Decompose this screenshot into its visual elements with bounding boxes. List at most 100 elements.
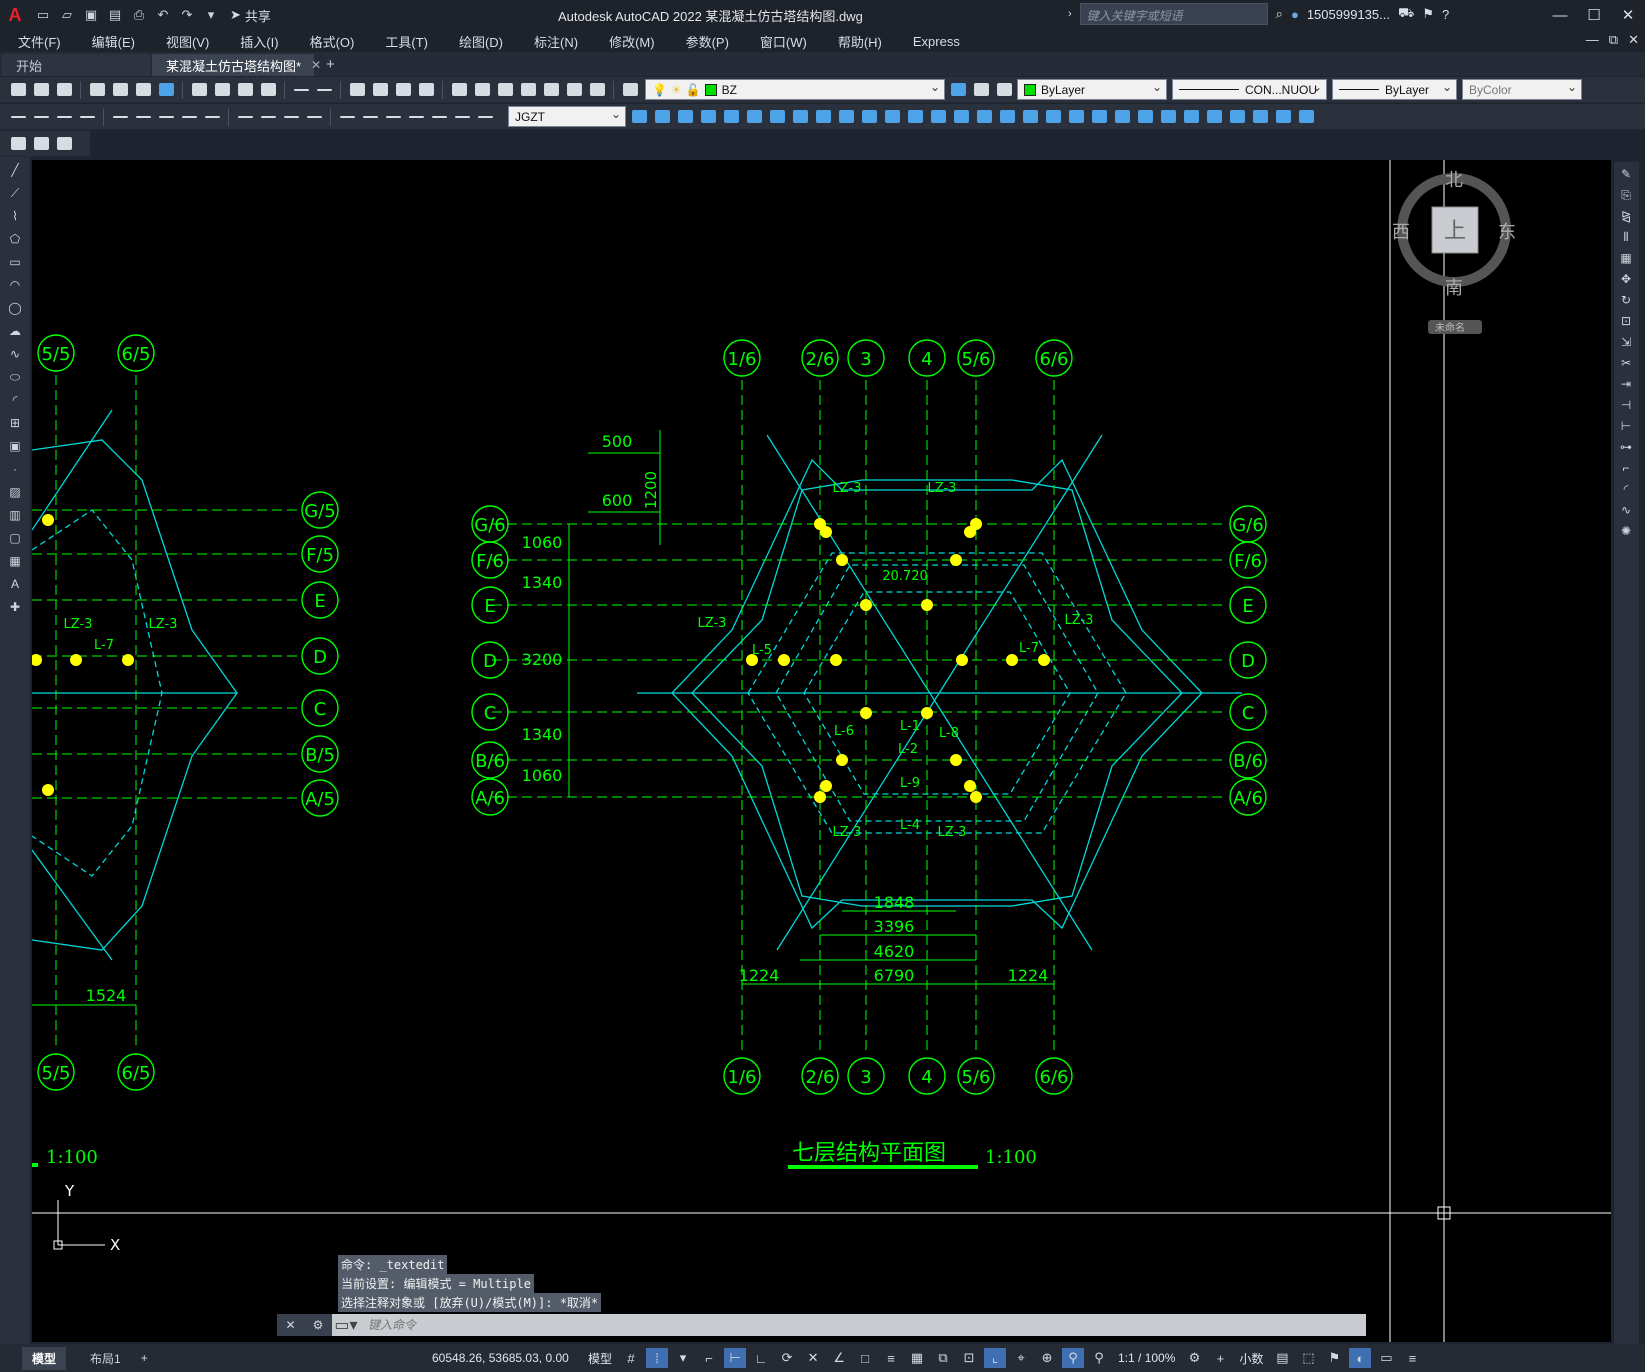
insert-block-icon[interactable]: ⊞ bbox=[5, 413, 25, 433]
line-icon[interactable]: ╱ bbox=[5, 160, 25, 180]
bottom-dim-right-1224[interactable]: 1224 bbox=[1008, 966, 1049, 985]
blend-icon[interactable]: ∿ bbox=[1617, 501, 1635, 519]
menu-item-12[interactable]: Express bbox=[896, 34, 974, 49]
scale-icon[interactable]: ⊡ bbox=[1617, 312, 1635, 330]
sweep-icon[interactable] bbox=[928, 107, 948, 127]
fillet-edge-icon[interactable] bbox=[1066, 107, 1086, 127]
axis-bubble-top-5[interactable]: 6/6 bbox=[1035, 339, 1073, 377]
column-2[interactable] bbox=[820, 526, 832, 538]
share-button[interactable]: ➤ 共享 bbox=[230, 6, 271, 25]
expand-icon[interactable]: › bbox=[1068, 8, 1072, 20]
grid-icon[interactable]: # bbox=[620, 1348, 642, 1368]
left-axis-bubble-right-3[interactable]: D bbox=[301, 637, 339, 675]
beam-label-15[interactable]: L-7 bbox=[94, 638, 114, 653]
close-command-icon[interactable]: ✕ bbox=[286, 1318, 296, 1332]
menu-item-2[interactable]: 视图(V) bbox=[149, 32, 223, 51]
color-dropdown[interactable]: ByLayer bbox=[1017, 79, 1167, 100]
autodesk-icon[interactable]: ⚑ bbox=[1422, 6, 1434, 22]
zoom-window-icon[interactable] bbox=[393, 80, 413, 100]
doc-close-button[interactable]: ✕ bbox=[1628, 32, 1639, 48]
3d-osnap-icon[interactable]: ⊡ bbox=[958, 1348, 980, 1368]
help-icon[interactable]: ? bbox=[1442, 7, 1449, 22]
drawing-title[interactable]: 七层结构平面图 bbox=[792, 1141, 946, 1166]
menu-item-9[interactable]: 参数(P) bbox=[669, 32, 743, 51]
loft-icon[interactable] bbox=[951, 107, 971, 127]
copy-icon[interactable] bbox=[212, 80, 232, 100]
circle-icon[interactable]: ◯ bbox=[5, 298, 25, 318]
block-edit-icon[interactable] bbox=[8, 134, 28, 154]
menu-item-0[interactable]: 文件(F) bbox=[0, 32, 75, 51]
3d-sphere-icon[interactable] bbox=[721, 107, 741, 127]
column-4[interactable] bbox=[836, 554, 848, 566]
search-input[interactable]: 键入关键字或短语 bbox=[1079, 3, 1268, 25]
column-25[interactable] bbox=[32, 654, 42, 666]
left-axis-bubble-right-5[interactable]: B/5 bbox=[301, 735, 339, 773]
infer-constraints-icon[interactable]: ⌐ bbox=[698, 1348, 720, 1368]
point-icon[interactable]: · bbox=[5, 459, 25, 479]
isolate-objects-icon[interactable]: ⚑ bbox=[1323, 1348, 1345, 1368]
menu-item-7[interactable]: 标注(N) bbox=[517, 32, 592, 51]
extrude-icon[interactable] bbox=[882, 107, 902, 127]
make-block-icon[interactable]: ▣ bbox=[5, 436, 25, 456]
properties-icon[interactable] bbox=[449, 80, 469, 100]
left-axis-bubble-right-1[interactable]: F/5 bbox=[301, 535, 339, 573]
tab-model[interactable]: 模型 bbox=[22, 1346, 67, 1370]
interfere-icon[interactable] bbox=[1043, 107, 1063, 127]
menu-item-11[interactable]: 帮助(H) bbox=[821, 32, 896, 51]
axis-bubble-top-3[interactable]: 4 bbox=[908, 339, 946, 377]
copy-icon[interactable]: ⎘ bbox=[1617, 186, 1635, 204]
minimize-button[interactable]: — bbox=[1543, 0, 1577, 30]
undo-icon[interactable]: ↶ bbox=[154, 6, 172, 24]
viewcube-west[interactable]: 西 bbox=[1392, 222, 1410, 243]
beam-label-10[interactable]: L-9 bbox=[900, 776, 920, 791]
pan-icon[interactable] bbox=[347, 80, 367, 100]
save-file-icon[interactable] bbox=[54, 80, 74, 100]
angular-dim-icon[interactable] bbox=[179, 107, 199, 127]
dim-update-icon[interactable] bbox=[475, 107, 495, 127]
clean-screen-icon[interactable]: ▭ bbox=[1375, 1348, 1397, 1368]
axis-bubble-left-3[interactable]: D bbox=[471, 641, 509, 679]
slice-icon[interactable] bbox=[997, 107, 1017, 127]
offset-icon[interactable]: ⫴ bbox=[1617, 228, 1635, 246]
left-dim-1524[interactable]: 1524 bbox=[86, 986, 127, 1005]
redo-icon[interactable]: ↷ bbox=[178, 6, 196, 24]
model-space-toggle[interactable]: 模型 bbox=[584, 1350, 616, 1367]
region-icon[interactable]: ▢ bbox=[5, 528, 25, 548]
axis-bubble-top-2[interactable]: 3 bbox=[847, 339, 885, 377]
customize-command-icon[interactable]: ⚙ bbox=[313, 1318, 324, 1332]
annotation-scale[interactable]: 1:1 / 100% bbox=[1114, 1351, 1179, 1365]
axis-bubble-left-1[interactable]: F/6 bbox=[471, 541, 509, 579]
axis-bubble-right-0[interactable]: G/6 bbox=[1229, 505, 1267, 543]
3d-torus-icon[interactable] bbox=[767, 107, 787, 127]
subtract-icon[interactable] bbox=[836, 107, 856, 127]
redo-toolbar-icon[interactable] bbox=[314, 80, 334, 100]
cart-icon[interactable]: ⛟ bbox=[1398, 5, 1414, 23]
beam-label-8[interactable]: L-1 bbox=[900, 719, 920, 734]
table-icon[interactable]: ▦ bbox=[5, 551, 25, 571]
markup-icon[interactable] bbox=[541, 80, 561, 100]
break-icon[interactable]: ⊢ bbox=[1617, 417, 1635, 435]
design-center-icon[interactable] bbox=[472, 80, 492, 100]
axis-bubble-bottom-0[interactable]: 1/6 bbox=[723, 1057, 761, 1095]
center-mark-icon[interactable] bbox=[360, 107, 380, 127]
preview-icon[interactable] bbox=[110, 80, 130, 100]
viewcube[interactable]: 上 北 南 东 西 未命名 bbox=[1392, 170, 1516, 334]
move-icon[interactable]: ✥ bbox=[1617, 270, 1635, 288]
beam-label-12[interactable]: L-6 bbox=[834, 724, 854, 739]
cut-icon[interactable] bbox=[189, 80, 209, 100]
column-26[interactable] bbox=[42, 784, 54, 796]
new-tab-button[interactable]: + bbox=[314, 53, 347, 76]
break-at-point-icon[interactable]: ⊣ bbox=[1617, 396, 1635, 414]
zoom-realtime-icon[interactable] bbox=[370, 80, 390, 100]
axis-bubble-top-4[interactable]: 5/6 bbox=[957, 339, 995, 377]
dim-edit-icon[interactable] bbox=[429, 107, 449, 127]
axis-bubble-bottom-1[interactable]: 2/6 bbox=[801, 1057, 839, 1095]
dynamic-ucs-icon[interactable]: ⌞ bbox=[984, 1348, 1007, 1368]
vertical-dim-0[interactable]: 1060 bbox=[522, 533, 563, 552]
column-16[interactable] bbox=[836, 754, 848, 766]
taper-faces-icon[interactable] bbox=[1204, 107, 1224, 127]
diameter-dim-icon[interactable] bbox=[156, 107, 176, 127]
plotstyle-dropdown[interactable]: ByColor bbox=[1462, 79, 1582, 100]
linear-dim-icon[interactable] bbox=[8, 107, 28, 127]
column-21[interactable] bbox=[970, 791, 982, 803]
